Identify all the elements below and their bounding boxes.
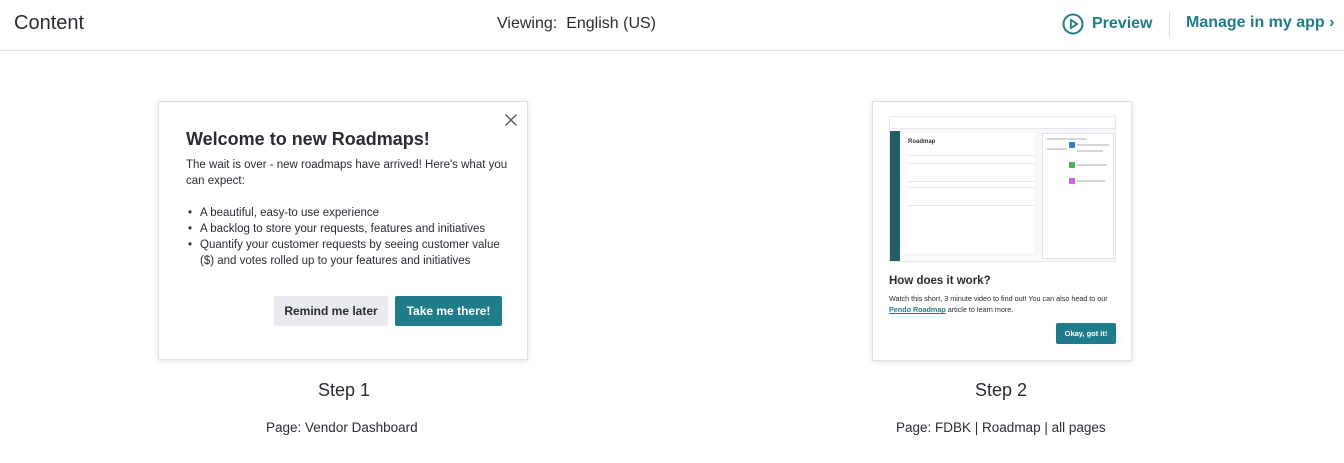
step-1-label: Step 1 [318,380,371,400]
close-icon[interactable] [504,113,518,127]
guide-title: Welcome to new Roadmaps! [186,129,430,149]
header-divider [1169,12,1170,37]
step-1-guide-preview[interactable]: Welcome to new Roadmaps! The wait is ove… [158,101,528,360]
pendo-roadmap-link[interactable]: Pendo Roadmap [889,305,946,314]
top-bar: Content Viewing: English (US) Preview Man… [0,0,1344,51]
preview-button[interactable]: Preview [1062,12,1152,36]
viewing-language[interactable]: English (US) [566,15,656,32]
viewing-label: Viewing: [497,15,558,32]
step-1-page: Page: Vendor Dashboard [266,420,418,435]
manage-in-app-link[interactable]: Manage in my app › [1186,14,1334,32]
page-title: Content [14,12,85,34]
take-me-there-button[interactable]: Take me there! [395,296,502,326]
play-circle-icon [1062,13,1084,35]
list-item: Quantify your customer requests by seein… [186,237,511,269]
language-viewer[interactable]: Viewing: English (US) [497,15,656,33]
roadmap-screenshot-thumbnail: Roadmap [889,116,1116,262]
step-2-guide-preview[interactable]: Roadmap How does it work? Watch this sho… [872,101,1132,361]
list-item: A beautiful, easy-to use experience [186,205,511,221]
step-2-page: Page: FDBK | Roadmap | all pages [896,420,1106,435]
remind-me-later-button[interactable]: Remind me later [274,296,388,326]
guide-bullet-list: A beautiful, easy-to use experience A ba… [186,205,511,269]
preview-label: Preview [1092,15,1153,32]
okay-got-it-button[interactable]: Okay, got it! [1056,323,1116,344]
guide-intro: The wait is over - new roadmaps have arr… [186,159,508,187]
list-item: A backlog to store your requests, featur… [186,221,511,237]
step-2-label: Step 2 [975,380,1028,400]
thumbnail-title: Roadmap [908,139,936,145]
guide-description: Watch this short, 3 minute video to find… [889,294,1108,314]
guide-title: How does it work? [889,275,991,287]
